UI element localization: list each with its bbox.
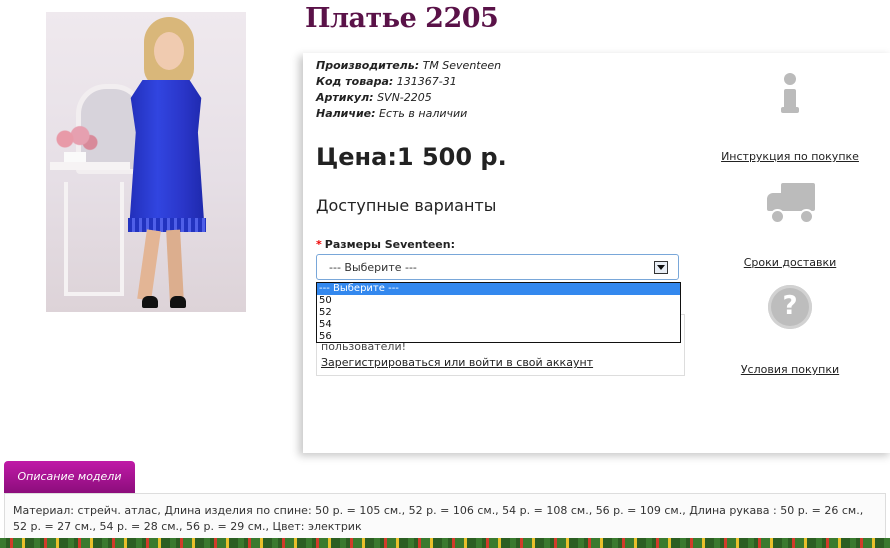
description-text: Материал: стрейч. атлас, Длина изделия п… — [4, 493, 886, 539]
conditions-link[interactable]: Условия покупки — [741, 363, 839, 376]
instruction-link[interactable]: Инструкция по покупке — [721, 150, 859, 163]
size-option-placeholder[interactable]: --- Выберите --- — [317, 283, 680, 295]
size-label: * Размеры Seventeen: — [316, 238, 455, 251]
size-select[interactable]: --- Выберите --- — [316, 254, 679, 280]
meta-product-code: Код товара: 131367-31 — [316, 75, 457, 88]
chevron-down-icon[interactable] — [654, 261, 668, 274]
product-title: Платье 2205 — [305, 3, 499, 34]
instruction-link-wrap: Инструкция по покупке — [720, 145, 860, 164]
question-icon[interactable]: ? — [768, 285, 812, 329]
delivery-link[interactable]: Сроки доставки — [744, 256, 837, 269]
product-photo[interactable] — [46, 12, 246, 312]
product-price: Цена:1 500 р. — [316, 143, 507, 171]
register-login-link[interactable]: Зарегистрироваться или войти в свой акка… — [321, 356, 593, 369]
size-select-value: --- Выберите --- — [329, 261, 417, 274]
conditions-link-wrap: Условия покупки — [720, 358, 860, 377]
info-icon[interactable] — [779, 73, 801, 115]
product-meta: Производитель: ТМ Seventeen Код товара: … — [316, 58, 501, 122]
delivery-link-wrap: Сроки доставки — [720, 251, 860, 270]
decorative-garland — [0, 538, 890, 548]
size-option-54[interactable]: 54 — [317, 319, 680, 331]
size-dropdown-list[interactable]: --- Выберите --- 50 52 54 56 — [316, 282, 681, 343]
size-option-52[interactable]: 52 — [317, 307, 680, 319]
meta-availability: Наличие: Есть в наличии — [316, 107, 468, 120]
tab-description[interactable]: Описание модели — [4, 461, 135, 493]
truck-icon[interactable] — [767, 183, 817, 224]
variants-heading: Доступные варианты — [316, 196, 497, 215]
meta-article: Артикул: SVN-2205 — [316, 91, 432, 104]
required-mark: * — [316, 238, 322, 251]
size-option-50[interactable]: 50 — [317, 295, 680, 307]
meta-manufacturer: Производитель: ТМ Seventeen — [316, 59, 502, 72]
size-option-56[interactable]: 56 — [317, 331, 680, 343]
